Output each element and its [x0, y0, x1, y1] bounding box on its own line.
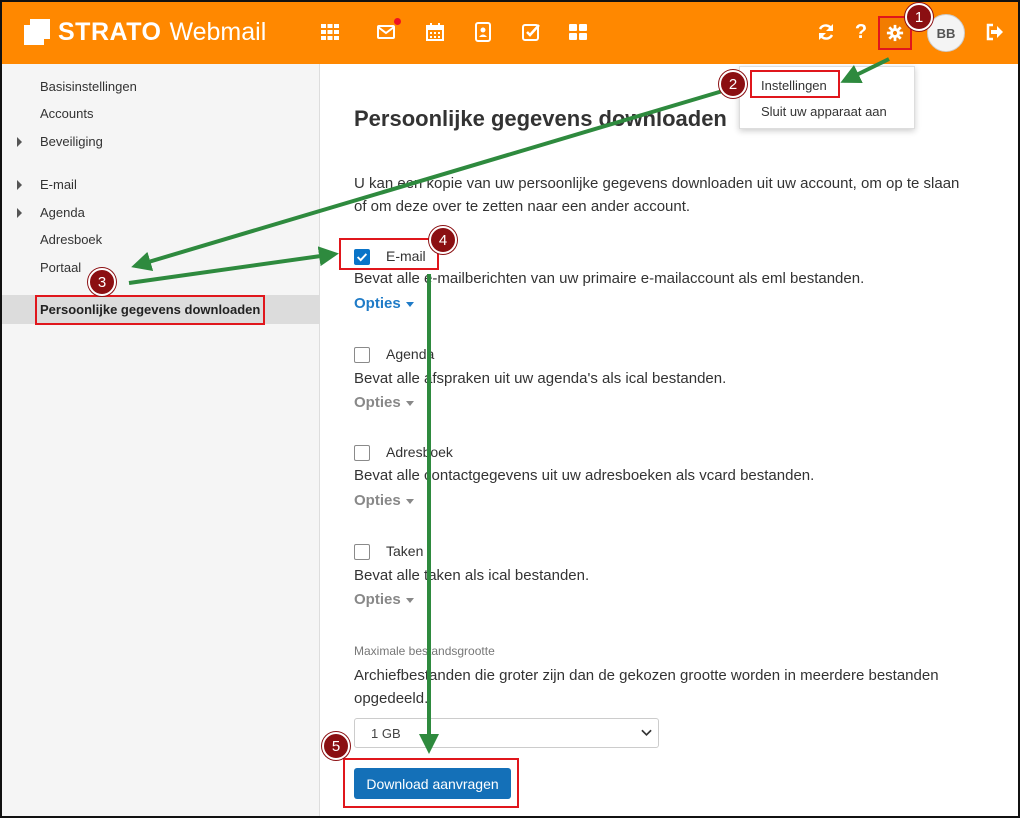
- sidebar-item-portaal[interactable]: Portaal: [40, 260, 81, 275]
- portal-icon[interactable]: [567, 21, 589, 43]
- menu-item-instellingen[interactable]: Instellingen: [761, 78, 827, 93]
- refresh-icon[interactable]: [815, 21, 837, 43]
- agenda-checkbox-label[interactable]: Agenda: [386, 346, 434, 362]
- expand-caret-icon[interactable]: [17, 180, 22, 190]
- unread-dot: [394, 18, 401, 25]
- tasks-icon[interactable]: [520, 21, 542, 43]
- email-checkbox-label[interactable]: E-mail: [386, 248, 426, 264]
- sidebar-item-beveiliging[interactable]: Beveiliging: [40, 134, 103, 149]
- main-content: Persoonlijke gegevens downloaden U kan e…: [321, 64, 1018, 816]
- caret-down-icon: [405, 400, 414, 406]
- sidebar-item-email[interactable]: E-mail: [40, 177, 77, 192]
- agenda-options-toggle[interactable]: Opties: [354, 394, 414, 411]
- strato-logo[interactable]: STRATO Webmail: [24, 16, 266, 48]
- intro-text: U kan een kopie van uw persoonlijke gege…: [354, 175, 960, 215]
- settings-dropdown: Instellingen Sluit uw apparaat aan: [739, 66, 915, 129]
- step-badge-2: 2: [719, 70, 747, 98]
- sidebar-item-basisinstellingen[interactable]: Basisinstellingen: [40, 79, 137, 94]
- menu-item-sluit-apparaat-aan[interactable]: Sluit uw apparaat aan: [761, 104, 887, 119]
- sidebar-item-persoonlijke-gegevens[interactable]: Persoonlijke gegevens downloaden: [2, 295, 320, 324]
- sidebar-item-accounts[interactable]: Accounts: [40, 106, 93, 121]
- adresboek-description: Bevat alle contactgegevens uit uw adresb…: [354, 467, 815, 484]
- logout-icon[interactable]: [984, 21, 1006, 43]
- step-badge-4: 4: [429, 226, 457, 254]
- caret-down-icon: [405, 597, 414, 603]
- help-icon[interactable]: ?: [850, 21, 872, 43]
- gear-icon: [886, 24, 903, 41]
- calendar-icon[interactable]: [424, 21, 446, 43]
- chevron-down-icon: [641, 729, 652, 737]
- checkmark-icon: [356, 253, 368, 262]
- page-title: Persoonlijke gegevens downloaden: [354, 106, 727, 131]
- agenda-description: Bevat alle afspraken uit uw agenda's als…: [354, 370, 727, 387]
- taken-checkbox[interactable]: [354, 544, 370, 560]
- top-bar: STRATO Webmail ? BB: [2, 2, 1018, 64]
- adresboek-options-toggle[interactable]: Opties: [354, 492, 414, 509]
- step-badge-5: 5: [322, 732, 350, 760]
- brand-name: STRATO: [58, 17, 162, 46]
- apps-grid-icon[interactable]: [319, 21, 341, 43]
- caret-down-icon: [405, 498, 414, 504]
- email-checkbox[interactable]: [354, 249, 370, 265]
- adresboek-checkbox-label[interactable]: Adresboek: [386, 444, 453, 460]
- max-size-label: Maximale bestandsgrootte: [354, 644, 495, 658]
- settings-sidebar: Basisinstellingen Accounts Beveiliging E…: [2, 64, 320, 816]
- step-badge-3: 3: [88, 268, 116, 296]
- product-name: Webmail: [169, 17, 267, 46]
- email-description: Bevat alle e-mailberichten van uw primai…: [354, 270, 865, 287]
- email-options-toggle[interactable]: Opties: [354, 295, 414, 312]
- taken-description: Bevat alle taken als ical bestanden.: [354, 567, 590, 584]
- max-size-select[interactable]: 1 GB: [354, 718, 659, 748]
- expand-caret-icon[interactable]: [17, 137, 22, 147]
- taken-checkbox-label[interactable]: Taken: [386, 543, 423, 559]
- logo-mark-icon: [24, 19, 50, 45]
- expand-caret-icon[interactable]: [17, 208, 22, 218]
- step-badge-1: 1: [905, 3, 933, 31]
- taken-options-toggle[interactable]: Opties: [354, 591, 414, 608]
- sidebar-item-adresboek[interactable]: Adresboek: [40, 232, 102, 247]
- download-request-button[interactable]: Download aanvragen: [354, 768, 511, 799]
- contacts-icon[interactable]: [472, 21, 494, 43]
- agenda-checkbox[interactable]: [354, 347, 370, 363]
- adresboek-checkbox[interactable]: [354, 445, 370, 461]
- app-window: STRATO Webmail ? BB Basisinstellingen Ac…: [0, 0, 1020, 818]
- max-size-description: Archiefbestanden die groter zijn dan de …: [354, 667, 939, 707]
- caret-down-icon: [405, 301, 414, 307]
- sidebar-item-agenda[interactable]: Agenda: [40, 205, 85, 220]
- mail-icon[interactable]: [375, 18, 401, 43]
